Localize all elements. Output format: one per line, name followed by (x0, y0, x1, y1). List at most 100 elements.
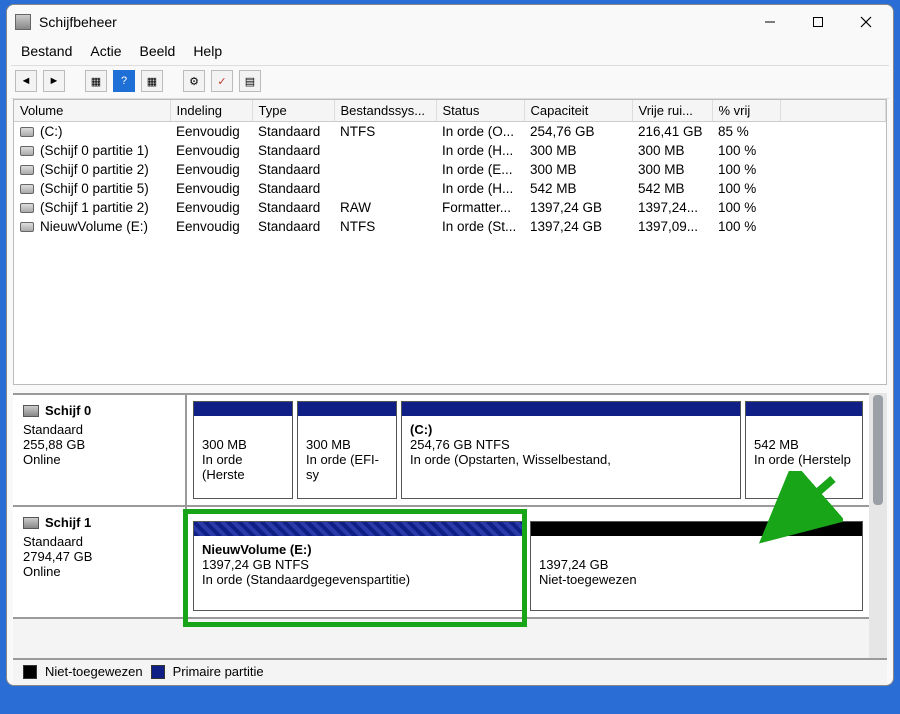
volume-icon (20, 165, 34, 175)
col-status[interactable]: Status (436, 100, 524, 122)
toolbar: ◄ ► ▦ ? ▦ ⚙ ✓ ▤ (7, 66, 893, 98)
volume-layout: Eenvoudig (170, 160, 252, 179)
col-empty (780, 100, 886, 122)
show-hide-tree-button[interactable]: ▦ (85, 70, 107, 92)
volume-name: (Schijf 0 partitie 5) (40, 181, 149, 196)
volume-capacity: 1397,24 GB (524, 198, 632, 217)
legend-unallocated: Niet-toegewezen (45, 664, 143, 679)
volume-icon (20, 203, 34, 213)
scrollbar-thumb[interactable] (873, 395, 883, 505)
volume-type: Standaard (252, 141, 334, 160)
volume-name: (C:) (40, 124, 63, 139)
disk-icon (23, 405, 39, 417)
volume-pct: 100 % (712, 217, 780, 236)
col-free[interactable]: Vrije rui... (632, 100, 712, 122)
volume-fs: RAW (334, 198, 436, 217)
volume-pct: 100 % (712, 160, 780, 179)
menu-view[interactable]: Beeld (140, 43, 176, 59)
volume-capacity: 300 MB (524, 160, 632, 179)
col-filesystem[interactable]: Bestandssys... (334, 100, 436, 122)
volume-row[interactable]: (Schijf 1 partitie 2) EenvoudigStandaardR… (14, 198, 886, 217)
volume-layout: Eenvoudig (170, 122, 252, 142)
volume-type: Standaard (252, 122, 334, 142)
volume-layout: Eenvoudig (170, 198, 252, 217)
volume-type: Standaard (252, 217, 334, 236)
minimize-button[interactable] (747, 6, 793, 38)
volume-row[interactable]: (Schijf 0 partitie 1)EenvoudigStandaardI… (14, 141, 886, 160)
volume-icon (20, 222, 34, 232)
col-type[interactable]: Type (252, 100, 334, 122)
volume-status: In orde (O... (436, 122, 524, 142)
disk0-partition-1[interactable]: 300 MBIn orde (Herste (193, 401, 293, 499)
disk-icon (23, 517, 39, 529)
disk1-unallocated[interactable]: 1397,24 GBNiet-toegewezen (530, 521, 863, 611)
volume-type: Standaard (252, 179, 334, 198)
help-button[interactable]: ? (113, 70, 135, 92)
menu-file[interactable]: Bestand (21, 43, 72, 59)
volume-free: 1397,09... (632, 217, 712, 236)
legend-primary: Primaire partitie (173, 664, 264, 679)
volume-fs (334, 160, 436, 179)
disk0-partition-4[interactable]: 542 MBIn orde (Herstelp (745, 401, 863, 499)
volume-capacity: 254,76 GB (524, 122, 632, 142)
list-button[interactable]: ▤ (239, 70, 261, 92)
legend: Niet-toegewezen Primaire partitie (13, 658, 887, 685)
disk-graphical-view: Schijf 0 Standaard 255,88 GB Online 300 … (13, 393, 887, 658)
volume-status: In orde (H... (436, 141, 524, 160)
column-headers[interactable]: Volume Indeling Type Bestandssys... Stat… (14, 100, 886, 122)
volume-name: (Schijf 0 partitie 2) (40, 162, 149, 177)
volume-pct: 100 % (712, 179, 780, 198)
col-volume[interactable]: Volume (14, 100, 170, 122)
vertical-scrollbar[interactable] (869, 393, 887, 658)
volume-fs: NTFS (334, 217, 436, 236)
volume-row[interactable]: (C:)EenvoudigStandaardNTFSIn orde (O...2… (14, 122, 886, 142)
disk-management-window: Schijfbeheer Bestand Actie Beeld Help ◄ … (6, 4, 894, 686)
volume-pct: 100 % (712, 198, 780, 217)
legend-swatch-unallocated (23, 665, 37, 679)
disk-1-label[interactable]: Schijf 1 Standaard 2794,47 GB Online (13, 507, 187, 617)
volume-free: 216,41 GB (632, 122, 712, 142)
refresh-button[interactable]: ▦ (141, 70, 163, 92)
volume-pct: 85 % (712, 122, 780, 142)
settings-button[interactable]: ⚙ (183, 70, 205, 92)
volume-free: 300 MB (632, 160, 712, 179)
col-pct[interactable]: % vrij (712, 100, 780, 122)
volume-row[interactable]: (Schijf 0 partitie 2)EenvoudigStandaardI… (14, 160, 886, 179)
volume-name: (Schijf 0 partitie 1) (40, 143, 149, 158)
disk-0-label[interactable]: Schijf 0 Standaard 255,88 GB Online (13, 395, 187, 505)
volume-row[interactable]: NieuwVolume (E:)EenvoudigStandaardNTFSIn… (14, 217, 886, 236)
disk0-partition-c[interactable]: (C:)254,76 GB NTFSIn orde (Opstarten, Wi… (401, 401, 741, 499)
volume-name: (Schijf 1 partitie 2) (40, 200, 149, 215)
volume-status: Formatter... (436, 198, 524, 217)
disk-row-0[interactable]: Schijf 0 Standaard 255,88 GB Online 300 … (13, 395, 869, 507)
menu-action[interactable]: Actie (90, 43, 121, 59)
menu-help[interactable]: Help (193, 43, 222, 59)
volume-status: In orde (E... (436, 160, 524, 179)
disk0-partition-2[interactable]: 300 MBIn orde (EFI-sy (297, 401, 397, 499)
close-button[interactable] (843, 6, 889, 38)
menubar: Bestand Actie Beeld Help (7, 39, 893, 65)
volume-row[interactable]: (Schijf 0 partitie 5)EenvoudigStandaardI… (14, 179, 886, 198)
volume-status: In orde (St... (436, 217, 524, 236)
disk1-partition-e[interactable]: NieuwVolume (E:)1397,24 GB NTFSIn orde (… (193, 521, 526, 611)
volume-icon (20, 146, 34, 156)
volume-type: Standaard (252, 198, 334, 217)
volume-icon (20, 184, 34, 194)
volume-capacity: 1397,24 GB (524, 217, 632, 236)
disk-row-1[interactable]: Schijf 1 Standaard 2794,47 GB Online Nie… (13, 507, 869, 619)
check-button[interactable]: ✓ (211, 70, 233, 92)
volume-layout: Eenvoudig (170, 179, 252, 198)
maximize-button[interactable] (795, 6, 841, 38)
volume-capacity: 300 MB (524, 141, 632, 160)
forward-button[interactable]: ► (43, 70, 65, 92)
col-layout[interactable]: Indeling (170, 100, 252, 122)
volume-capacity: 542 MB (524, 179, 632, 198)
back-button[interactable]: ◄ (15, 70, 37, 92)
col-capacity[interactable]: Capaciteit (524, 100, 632, 122)
volume-fs (334, 179, 436, 198)
volume-list[interactable]: Volume Indeling Type Bestandssys... Stat… (13, 99, 887, 385)
app-icon (15, 14, 31, 30)
volume-icon (20, 127, 34, 137)
volume-fs: NTFS (334, 122, 436, 142)
titlebar[interactable]: Schijfbeheer (7, 5, 893, 39)
